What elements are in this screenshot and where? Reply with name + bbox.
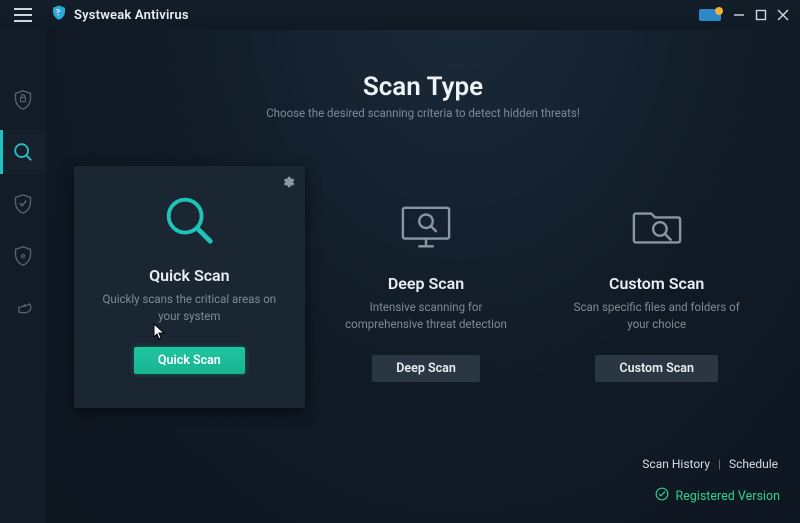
registered-status: Registered Version — [655, 487, 780, 505]
titlebar: Systweak Antivirus — [0, 0, 800, 30]
sidebar-item-scan[interactable] — [0, 130, 46, 174]
svg-text:e: e — [21, 252, 26, 262]
separator: | — [718, 457, 721, 471]
maximize-button[interactable] — [750, 4, 772, 26]
close-button[interactable] — [772, 4, 794, 26]
brand: Systweak Antivirus — [50, 4, 189, 26]
sidebar-item-protection[interactable] — [0, 78, 46, 122]
card-deep-scan[interactable]: Deep Scan Intensive scanning for compreh… — [311, 176, 542, 408]
card-desc: Intensive scanning for comprehensive thr… — [327, 299, 526, 333]
search-icon — [90, 184, 289, 256]
card-title: Quick Scan — [90, 266, 289, 285]
card-quick-scan[interactable]: Quick Scan Quickly scans the critical ar… — [74, 166, 305, 408]
sidebar-item-quarantine[interactable] — [0, 182, 46, 226]
quick-scan-button[interactable]: Quick Scan — [134, 347, 245, 374]
page-title: Scan Type — [74, 72, 772, 102]
scan-cards: Quick Scan Quickly scans the critical ar… — [74, 176, 772, 408]
monitor-search-icon — [327, 192, 526, 264]
shield-logo-icon — [50, 4, 68, 26]
card-desc: Scan specific files and folders of your … — [557, 299, 756, 333]
check-circle-icon — [655, 487, 669, 505]
minimize-button[interactable] — [728, 4, 750, 26]
sidebar-item-boost[interactable] — [0, 286, 46, 330]
page-subtitle: Choose the desired scanning criteria to … — [74, 106, 772, 120]
card-custom-scan[interactable]: Custom Scan Scan specific files and fold… — [541, 176, 772, 408]
menu-button[interactable] — [0, 0, 46, 30]
folder-search-icon — [557, 192, 756, 264]
pro-badge-icon[interactable] — [698, 6, 726, 24]
scan-history-link[interactable]: Scan History — [642, 457, 710, 471]
cursor-icon — [153, 323, 167, 345]
card-desc: Quickly scans the critical areas on your… — [90, 291, 289, 325]
custom-scan-button[interactable]: Custom Scan — [595, 355, 718, 382]
card-title: Custom Scan — [557, 274, 756, 293]
sidebar: e — [0, 30, 46, 523]
sidebar-item-web[interactable]: e — [0, 234, 46, 278]
app-title: Systweak Antivirus — [74, 8, 189, 23]
gear-icon[interactable] — [281, 174, 295, 193]
registered-label: Registered Version — [675, 489, 780, 504]
card-title: Deep Scan — [327, 274, 526, 293]
deep-scan-button[interactable]: Deep Scan — [372, 355, 480, 382]
main-content: Scan Type Choose the desired scanning cr… — [46, 30, 800, 523]
footer-links: Scan History | Schedule — [642, 457, 778, 471]
schedule-link[interactable]: Schedule — [729, 457, 778, 471]
